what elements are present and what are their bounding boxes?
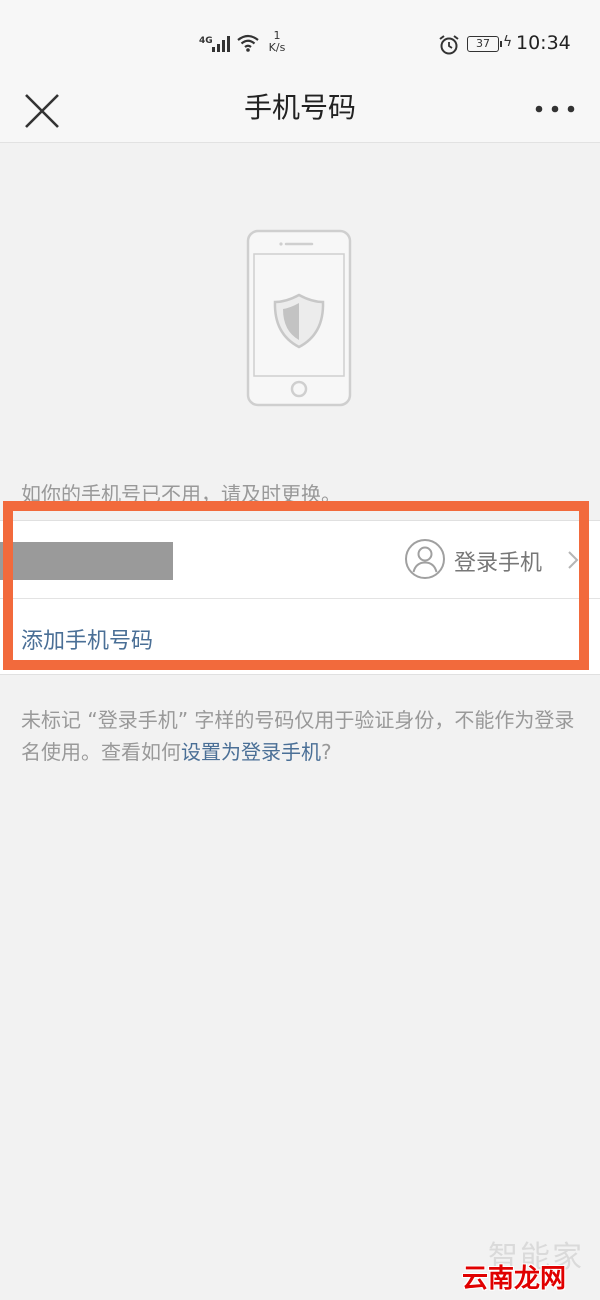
masked-phone-number bbox=[0, 542, 173, 580]
battery-level: 37 bbox=[467, 36, 502, 52]
charging-icon: ϟ bbox=[503, 34, 513, 50]
speed-unit: K/s bbox=[268, 41, 286, 54]
user-icon bbox=[405, 539, 445, 579]
nav-bar: 手机号码 bbox=[0, 80, 600, 143]
signal-icon bbox=[212, 36, 230, 52]
close-icon[interactable] bbox=[20, 88, 64, 132]
clock: 10:34 bbox=[516, 32, 571, 54]
watermark: 智能家 云南龙网 bbox=[460, 1232, 600, 1300]
chevron-right-icon bbox=[568, 551, 579, 569]
watermark-bottom: 云南龙网 bbox=[462, 1264, 567, 1294]
add-phone-label: 添加手机号码 bbox=[21, 629, 154, 654]
phone-list: 登录手机 添加手机号码 bbox=[0, 520, 600, 675]
set-login-phone-link[interactable]: 设置为登录手机 bbox=[181, 740, 321, 764]
wifi-icon bbox=[237, 34, 259, 52]
page-title: 手机号码 bbox=[243, 91, 356, 124]
add-phone-button[interactable]: 添加手机号码 bbox=[0, 599, 600, 675]
network-speed: 1 K/s bbox=[264, 30, 290, 54]
phone-shield-icon bbox=[246, 229, 352, 407]
status-bar: 4G 1 K/s 37 ϟ 10:34 bbox=[0, 0, 600, 80]
hint-text: 如你的手机号已不用，请及时更换。 bbox=[21, 482, 341, 506]
more-icon[interactable] bbox=[530, 94, 580, 124]
alarm-icon bbox=[439, 35, 459, 55]
phone-number-row[interactable]: 登录手机 bbox=[0, 521, 600, 599]
login-phone-label: 登录手机 bbox=[454, 551, 543, 576]
login-note: 未标记 “登录手机” 字样的号码仅用于验证身份，不能作为登录名使用。查看如何设置… bbox=[21, 704, 581, 768]
note-suffix: ? bbox=[321, 740, 332, 764]
